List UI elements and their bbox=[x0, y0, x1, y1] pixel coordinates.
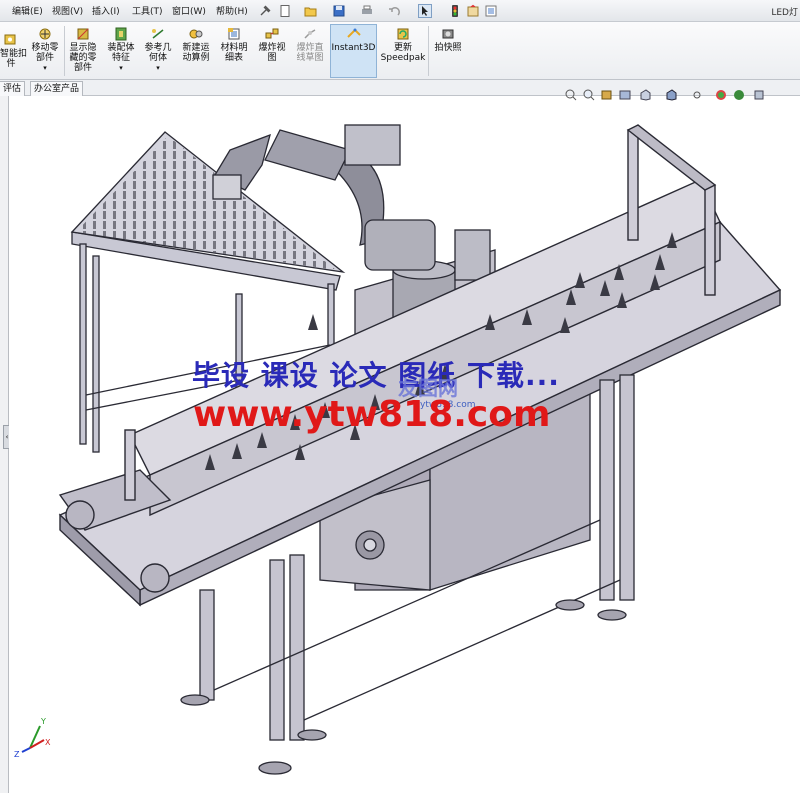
speedpak-icon bbox=[397, 28, 409, 40]
select-cursor-icon[interactable] bbox=[418, 4, 432, 18]
reference-geometry-label: 参考几 何体 bbox=[144, 43, 172, 63]
exploded-view-icon bbox=[265, 28, 279, 39]
assembly-features-label: 装配体 特征 bbox=[107, 43, 135, 63]
triad-x-label: X bbox=[45, 738, 51, 747]
camera-icon bbox=[442, 29, 454, 39]
update-speedpak-label: 更新 Speedpak bbox=[380, 43, 426, 63]
reference-geometry-icon bbox=[152, 29, 164, 39]
exploded-view-button[interactable]: 爆炸视 图 bbox=[254, 27, 290, 63]
print-icon[interactable] bbox=[360, 4, 374, 18]
zoom-to-fit-icon[interactable] bbox=[565, 86, 577, 101]
pin-icon[interactable] bbox=[258, 4, 272, 18]
move-component-label: 移动零 部件 bbox=[31, 43, 59, 63]
bill-of-materials-button[interactable]: 材料明 细表 bbox=[216, 27, 252, 63]
move-component-icon bbox=[39, 28, 51, 40]
graphics-area[interactable]: Y X Z bbox=[9, 96, 800, 793]
instant3d-button[interactable]: Instant3D bbox=[331, 27, 376, 53]
watermark-url: www.ytw818.com bbox=[193, 394, 551, 435]
explode-line-sketch-button[interactable]: 爆炸直 线草图 bbox=[292, 27, 328, 63]
apply-scene-icon[interactable] bbox=[733, 86, 745, 100]
update-speedpak-button[interactable]: 更新 Speedpak bbox=[380, 27, 426, 63]
take-snapshot-label: 拍快照 bbox=[434, 43, 462, 53]
hide-show-items-icon[interactable] bbox=[691, 86, 703, 99]
new-document-icon[interactable] bbox=[278, 4, 292, 18]
smart-fasteners-icon bbox=[4, 34, 16, 45]
tab-office-products[interactable]: 办公室产品 bbox=[30, 81, 84, 96]
previous-view-icon[interactable] bbox=[601, 86, 613, 100]
reference-geometry-button[interactable]: 参考几 何体 ▾ bbox=[140, 27, 176, 73]
smart-fasteners-button[interactable]: 智能扣 件 bbox=[0, 33, 27, 69]
display-style-icon[interactable] bbox=[665, 86, 677, 101]
open-folder-icon[interactable] bbox=[304, 4, 318, 18]
edit-appearance-icon[interactable] bbox=[715, 86, 727, 100]
instant3d-icon bbox=[346, 28, 361, 38]
assembly-model: Y X Z bbox=[14, 124, 782, 775]
chevron-down-icon[interactable]: ▾ bbox=[28, 63, 62, 73]
assembly-features-icon bbox=[115, 27, 127, 41]
show-hidden-icon bbox=[77, 28, 89, 40]
menu-view[interactable]: 视图(V) bbox=[52, 4, 83, 17]
zoom-to-area-icon[interactable] bbox=[583, 86, 595, 101]
assembly-features-button[interactable]: 装配体 特征 ▾ bbox=[104, 27, 138, 73]
triad-y-label: Y bbox=[40, 717, 46, 726]
orientation-triad bbox=[21, 725, 45, 753]
take-snapshot-button[interactable]: 拍快照 bbox=[430, 27, 466, 53]
traffic-light-icon[interactable] bbox=[448, 4, 462, 18]
section-view-icon[interactable] bbox=[619, 86, 631, 100]
new-motion-study-button[interactable]: 新建运 动算例 bbox=[178, 27, 214, 63]
window-title: LED灯 bbox=[771, 8, 798, 18]
menu-help[interactable]: 帮助(H) bbox=[216, 4, 248, 17]
menu-tools[interactable]: 工具(T) bbox=[132, 4, 163, 17]
motion-study-icon bbox=[189, 29, 203, 39]
menu-window[interactable]: 窗口(W) bbox=[172, 4, 206, 17]
menu-insert[interactable]: 插入(I) bbox=[92, 4, 120, 17]
options-icon[interactable] bbox=[484, 4, 498, 18]
instant3d-label: Instant3D bbox=[331, 43, 376, 53]
watermark-text-chinese: 毕设 课设 论文 图纸 下载... bbox=[192, 359, 560, 392]
menu-edit[interactable]: 编辑(E) bbox=[12, 4, 43, 17]
exploded-view-label: 爆炸视 图 bbox=[258, 43, 286, 63]
menu-bar: 编辑(E) 视图(V) 插入(I) 工具(T) 窗口(W) 帮助(H) LED灯 bbox=[0, 0, 800, 22]
command-tabs: 评估 办公室产品 bbox=[0, 80, 800, 96]
show-hidden-components-button[interactable]: 显示隐 藏的零 部件 bbox=[66, 27, 100, 73]
save-icon[interactable] bbox=[332, 4, 346, 18]
view-settings-icon[interactable] bbox=[753, 86, 765, 100]
bill-of-materials-label: 材料明 细表 bbox=[220, 43, 248, 63]
file-properties-icon[interactable] bbox=[466, 4, 480, 18]
new-motion-study-label: 新建运 动算例 bbox=[182, 43, 210, 63]
move-component-button[interactable]: 移动零 部件 ▾ bbox=[28, 27, 62, 73]
bill-of-materials-icon bbox=[228, 28, 240, 40]
explode-line-sketch-icon bbox=[304, 29, 316, 39]
view-orientation-icon[interactable] bbox=[639, 86, 651, 101]
show-hidden-components-label: 显示隐 藏的零 部件 bbox=[69, 43, 97, 73]
tab-evaluate[interactable]: 评估 bbox=[0, 81, 26, 96]
chevron-down-icon[interactable]: ▾ bbox=[140, 63, 176, 73]
triad-z-label: Z bbox=[14, 750, 20, 759]
chevron-down-icon[interactable]: ▾ bbox=[104, 63, 138, 73]
undo-icon[interactable] bbox=[388, 4, 402, 18]
explode-line-sketch-label: 爆炸直 线草图 bbox=[296, 43, 324, 63]
